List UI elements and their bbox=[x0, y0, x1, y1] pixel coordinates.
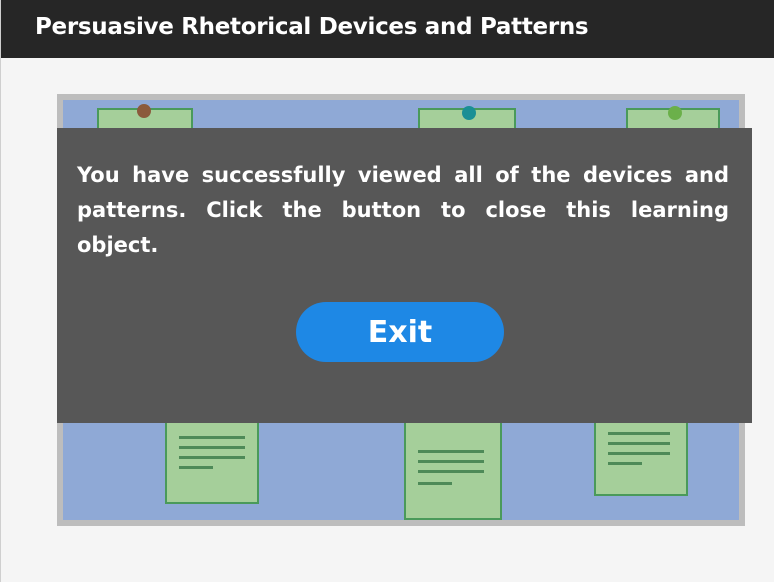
text-line bbox=[608, 442, 670, 445]
text-line bbox=[418, 482, 452, 485]
text-line bbox=[179, 466, 213, 469]
completion-dialog: You have successfully viewed all of the … bbox=[57, 128, 752, 423]
learning-object-window: Persuasive Rhetorical Devices and Patter… bbox=[0, 0, 774, 582]
pin-icon bbox=[462, 106, 476, 120]
page-title: Persuasive Rhetorical Devices and Patter… bbox=[35, 14, 589, 40]
completion-message: You have successfully viewed all of the … bbox=[77, 163, 729, 257]
note-card-bottom-middle bbox=[404, 406, 502, 520]
text-line bbox=[418, 470, 484, 473]
text-line bbox=[179, 446, 245, 449]
text-line bbox=[418, 460, 484, 463]
pin-icon bbox=[137, 104, 151, 118]
text-line bbox=[608, 462, 642, 465]
text-line bbox=[418, 450, 484, 453]
title-bar: Persuasive Rhetorical Devices and Patter… bbox=[1, 0, 774, 58]
pin-icon bbox=[668, 106, 682, 120]
text-line bbox=[608, 452, 670, 455]
exit-button[interactable]: Exit bbox=[296, 302, 504, 362]
text-line bbox=[608, 432, 670, 435]
text-line bbox=[179, 456, 245, 459]
text-line bbox=[179, 436, 245, 439]
